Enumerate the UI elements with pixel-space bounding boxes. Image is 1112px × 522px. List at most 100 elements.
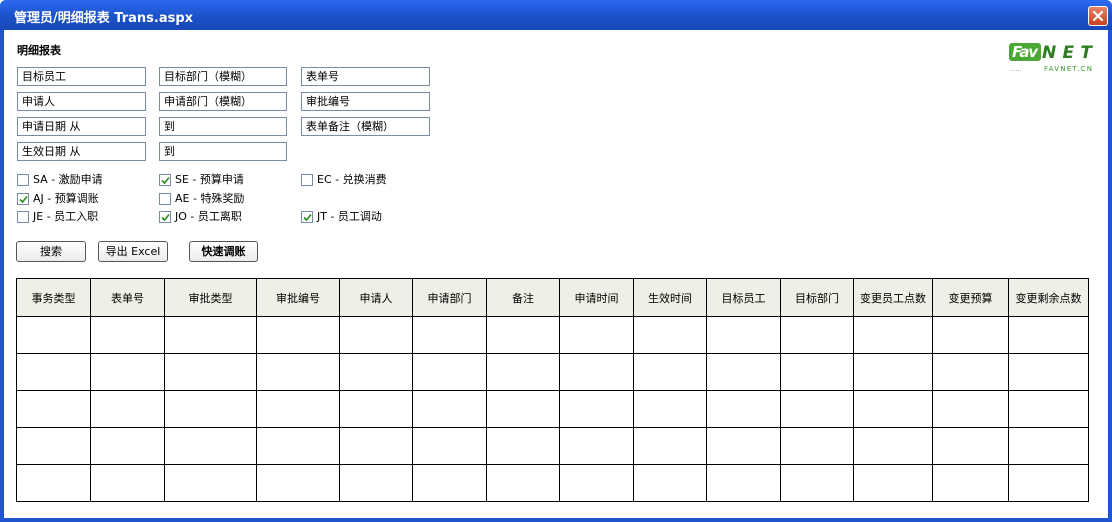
table-cell[interactable] xyxy=(339,390,413,428)
table-cell[interactable] xyxy=(853,353,933,391)
table-cell[interactable] xyxy=(1008,390,1089,428)
checkbox-ec[interactable]: EC - 兑换消费 xyxy=(301,173,421,187)
table-cell[interactable] xyxy=(90,316,165,354)
table-cell[interactable] xyxy=(486,390,560,428)
form-number-field[interactable]: 表单号 xyxy=(301,67,430,86)
table-cell[interactable] xyxy=(706,390,781,428)
column-header[interactable]: 生效时间 xyxy=(633,278,707,317)
table-row[interactable] xyxy=(16,353,1089,391)
table-cell[interactable] xyxy=(164,427,257,465)
table-cell[interactable] xyxy=(486,316,560,354)
export-excel-button[interactable]: 导出 Excel xyxy=(98,241,168,262)
table-cell[interactable] xyxy=(412,464,487,502)
apply-date-to-field[interactable]: 到 xyxy=(159,117,287,136)
checkbox-ae[interactable]: AE - 特殊奖励 xyxy=(159,192,279,206)
table-cell[interactable] xyxy=(164,316,257,354)
table-cell[interactable] xyxy=(559,316,634,354)
column-header[interactable]: 变更剩余点数 xyxy=(1008,278,1089,317)
column-header[interactable]: 申请时间 xyxy=(559,278,634,317)
table-cell[interactable] xyxy=(932,316,1009,354)
table-cell[interactable] xyxy=(706,427,781,465)
approval-number-field[interactable]: 审批编号 xyxy=(301,92,430,111)
table-cell[interactable] xyxy=(339,427,413,465)
column-header[interactable]: 变更员工点数 xyxy=(853,278,933,317)
target-employee-field[interactable]: 目标员工 xyxy=(17,67,146,86)
table-cell[interactable] xyxy=(90,390,165,428)
checkbox-sa[interactable]: SA - 激励申请 xyxy=(17,173,137,187)
search-button[interactable]: 搜索 xyxy=(16,241,86,262)
table-cell[interactable] xyxy=(932,353,1009,391)
checkbox-box-checked[interactable] xyxy=(301,211,313,223)
checkbox-box[interactable] xyxy=(159,193,171,205)
table-cell[interactable] xyxy=(932,464,1009,502)
table-cell[interactable] xyxy=(706,316,781,354)
table-cell[interactable] xyxy=(256,353,340,391)
table-cell[interactable] xyxy=(412,427,487,465)
checkbox-je[interactable]: JE - 员工入职 xyxy=(17,210,137,224)
table-cell[interactable] xyxy=(164,353,257,391)
table-cell[interactable] xyxy=(932,427,1009,465)
checkbox-box[interactable] xyxy=(17,211,29,223)
checkbox-box-checked[interactable] xyxy=(17,193,29,205)
table-cell[interactable] xyxy=(339,464,413,502)
table-cell[interactable] xyxy=(16,427,91,465)
table-cell[interactable] xyxy=(16,464,91,502)
table-row[interactable] xyxy=(16,427,1089,465)
table-row[interactable] xyxy=(16,464,1089,502)
table-cell[interactable] xyxy=(780,316,854,354)
checkbox-aj[interactable]: AJ - 预算调账 xyxy=(17,192,137,206)
table-cell[interactable] xyxy=(853,427,933,465)
checkbox-box-checked[interactable] xyxy=(159,211,171,223)
table-cell[interactable] xyxy=(164,464,257,502)
applicant-department-field[interactable]: 申请部门（模糊） xyxy=(159,92,287,111)
column-header[interactable]: 事务类型 xyxy=(16,278,91,317)
applicant-field[interactable]: 申请人 xyxy=(17,92,146,111)
table-row[interactable] xyxy=(16,390,1089,428)
table-cell[interactable] xyxy=(780,390,854,428)
table-cell[interactable] xyxy=(633,353,707,391)
table-cell[interactable] xyxy=(90,353,165,391)
apply-date-from-field[interactable]: 申请日期 从 xyxy=(17,117,146,136)
table-cell[interactable] xyxy=(486,427,560,465)
table-cell[interactable] xyxy=(256,316,340,354)
column-header[interactable]: 审批编号 xyxy=(256,278,340,317)
table-cell[interactable] xyxy=(339,353,413,391)
checkbox-jo[interactable]: JO - 员工离职 xyxy=(159,210,279,224)
checkbox-jt[interactable]: JT - 员工调动 xyxy=(301,210,421,224)
form-remark-field[interactable]: 表单备注（模糊） xyxy=(301,117,430,136)
table-cell[interactable] xyxy=(559,464,634,502)
table-cell[interactable] xyxy=(706,353,781,391)
column-header[interactable]: 申请部门 xyxy=(412,278,487,317)
table-cell[interactable] xyxy=(853,316,933,354)
checkbox-se[interactable]: SE - 预算申请 xyxy=(159,173,279,187)
title-bar[interactable]: 管理员/明细报表 Trans.aspx xyxy=(0,0,1112,30)
column-header[interactable]: 申请人 xyxy=(339,278,413,317)
table-cell[interactable] xyxy=(1008,464,1089,502)
column-header[interactable]: 目标员工 xyxy=(706,278,781,317)
table-cell[interactable] xyxy=(164,390,257,428)
table-cell[interactable] xyxy=(853,464,933,502)
checkbox-box[interactable] xyxy=(17,174,29,186)
column-header[interactable]: 变更预算 xyxy=(932,278,1009,317)
table-cell[interactable] xyxy=(633,427,707,465)
table-cell[interactable] xyxy=(633,316,707,354)
column-header[interactable]: 目标部门 xyxy=(780,278,854,317)
table-cell[interactable] xyxy=(559,390,634,428)
table-cell[interactable] xyxy=(486,353,560,391)
table-cell[interactable] xyxy=(90,464,165,502)
table-cell[interactable] xyxy=(559,427,634,465)
table-cell[interactable] xyxy=(559,353,634,391)
column-header[interactable]: 审批类型 xyxy=(164,278,257,317)
table-cell[interactable] xyxy=(256,464,340,502)
table-cell[interactable] xyxy=(412,390,487,428)
table-cell[interactable] xyxy=(16,353,91,391)
table-cell[interactable] xyxy=(1008,316,1089,354)
table-cell[interactable] xyxy=(932,390,1009,428)
table-cell[interactable] xyxy=(16,316,91,354)
table-cell[interactable] xyxy=(1008,353,1089,391)
table-cell[interactable] xyxy=(780,353,854,391)
table-cell[interactable] xyxy=(256,427,340,465)
table-cell[interactable] xyxy=(633,464,707,502)
close-button[interactable] xyxy=(1088,6,1108,26)
table-cell[interactable] xyxy=(412,316,487,354)
